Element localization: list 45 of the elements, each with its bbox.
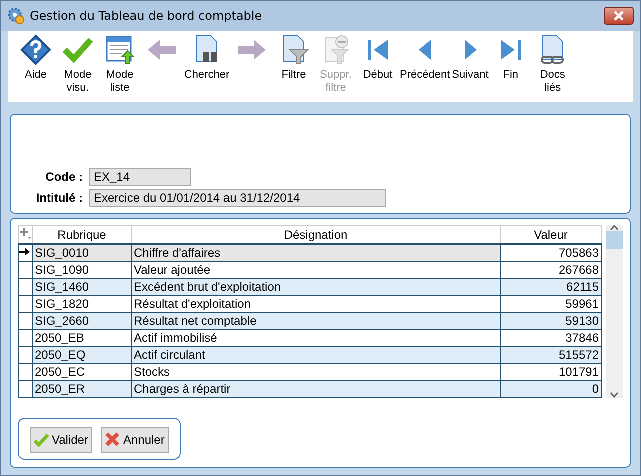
table-cell: Résultat net comptable	[132, 312, 500, 330]
toolbar-button[interactable]: Fin	[490, 34, 531, 82]
column-header: Désignation	[132, 226, 500, 244]
column-header: Valeur	[500, 226, 602, 244]
scrollbar[interactable]	[606, 225, 623, 398]
toolbar-button[interactable]: Docs liés	[532, 34, 573, 95]
checkmark-icon	[34, 432, 50, 448]
scroll-up-icon[interactable]	[610, 225, 619, 231]
toolbar-button[interactable]: Mode visu.	[58, 34, 98, 95]
add-row-icon[interactable]	[19, 227, 32, 239]
text-field[interactable]: Exercice du 01/01/2014 au 31/12/2014	[89, 189, 386, 207]
toolbar-button[interactable]: Précédent	[400, 34, 450, 82]
text-field[interactable]: EX_14	[89, 168, 191, 186]
toolbar-button[interactable]: Mode liste	[100, 34, 140, 95]
table-cell: Chiffre d'affaires	[132, 244, 500, 262]
table-cell: SIG_2660	[32, 312, 132, 330]
scroll-thumb[interactable]	[606, 231, 623, 249]
toolbar-button[interactable]: Chercher	[184, 34, 230, 82]
table-cell: 0	[500, 380, 602, 398]
toolbar-button[interactable]: Filtre	[274, 34, 314, 82]
table-cell: 2050_EQ	[32, 346, 132, 364]
cross-icon	[105, 432, 122, 448]
cancel-button[interactable]: Annuler	[101, 427, 169, 453]
field-label: Code :	[44, 170, 83, 184]
toolbar-button[interactable]: Suivant	[452, 34, 489, 82]
table-cell: SIG_0010	[32, 244, 132, 262]
table-cell: Excédent brut d'exploitation	[132, 278, 500, 296]
table-cell: 62115	[500, 278, 602, 296]
table-cell: SIG_1460	[32, 278, 132, 296]
toolbar-button[interactable]: Aide	[16, 34, 56, 82]
toolbar-button[interactable]: Début	[358, 34, 398, 82]
scroll-down-icon[interactable]	[610, 392, 619, 398]
table-cell: 59130	[500, 312, 602, 330]
table-cell: 515572	[500, 346, 602, 364]
close-icon	[613, 11, 625, 21]
table-cell: Actif circulant	[132, 346, 500, 364]
table-cell: Charges à répartir	[132, 380, 500, 398]
window-title: Gestion du Tableau de bord comptable	[30, 9, 264, 23]
column-header: Rubrique	[32, 226, 132, 244]
field-label: Intitulé :	[35, 191, 83, 205]
gear-icon	[7, 7, 25, 25]
table-cell: 705863	[500, 244, 602, 262]
validate-button[interactable]: Valider	[30, 427, 92, 453]
table-cell: 2050_ER	[32, 380, 132, 398]
close-button[interactable]	[604, 7, 634, 25]
